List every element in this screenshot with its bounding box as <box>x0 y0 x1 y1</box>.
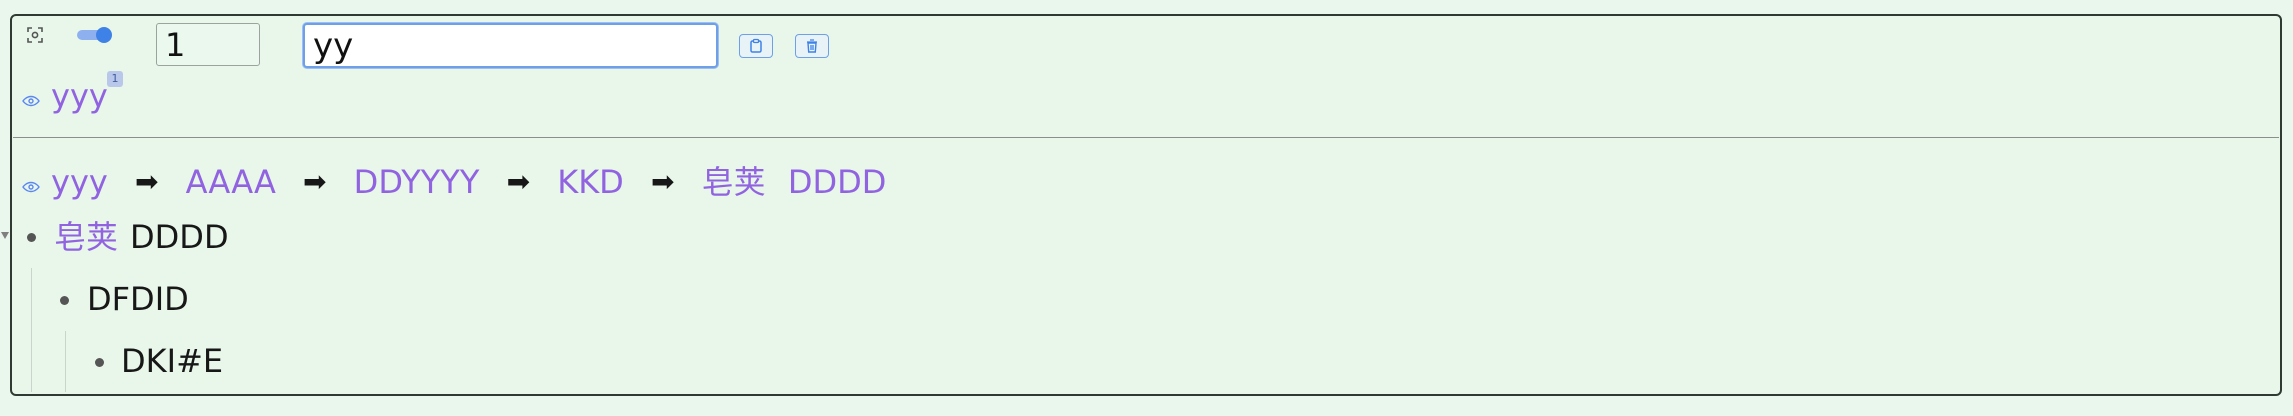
eye-icon[interactable] <box>22 92 40 107</box>
level-number-input[interactable] <box>156 23 260 66</box>
arrow-icon: ➡ <box>134 165 159 198</box>
arrow-icon: ➡ <box>650 165 675 198</box>
path-segment-chinese[interactable]: 皂荚 <box>702 166 766 198</box>
triangle-down-icon[interactable] <box>1 232 9 239</box>
arrow-icon: ➡ <box>303 165 327 198</box>
tree-root-chinese: 皂荚 <box>54 218 119 256</box>
tree-bullet <box>60 296 69 305</box>
toggle-switch[interactable] <box>75 25 113 45</box>
breadcrumb-path: yyy ➡ AAAA ➡ DDYYYY ➡ KKD ➡ 皂荚 DDDD <box>51 166 886 202</box>
tree-root-label: DDDD <box>130 218 229 256</box>
trash-icon <box>807 39 817 53</box>
path-segment[interactable]: yyy <box>51 166 108 198</box>
tree-bullet <box>95 358 104 367</box>
search-text-input[interactable] <box>303 23 718 68</box>
tree-guide-line <box>65 331 66 392</box>
path-segment[interactable]: KKD <box>557 166 624 198</box>
delete-button[interactable] <box>795 34 829 58</box>
toggle-knob <box>96 27 112 43</box>
fit-screen-icon[interactable] <box>22 22 48 48</box>
tree-root-item[interactable]: 皂荚 DDDD <box>54 221 229 253</box>
path-segment[interactable]: DDDD <box>788 166 887 198</box>
section-divider <box>13 137 2279 138</box>
copy-button[interactable] <box>739 34 773 58</box>
clipboard-icon <box>750 38 762 53</box>
outline-panel <box>10 14 2282 396</box>
top-item-label[interactable]: yyy <box>51 80 108 112</box>
path-segment[interactable]: DDYYYY <box>354 166 480 198</box>
arrow-icon: ➡ <box>506 165 531 198</box>
tree-bullet <box>27 233 36 242</box>
count-badge: 1 <box>107 71 123 87</box>
eye-icon[interactable] <box>22 178 40 193</box>
path-segment[interactable]: AAAA <box>186 166 276 198</box>
tree-guide-line <box>31 268 32 392</box>
tree-grandchild-item[interactable]: DKI#E <box>121 345 223 377</box>
tree-child-item[interactable]: DFDID <box>87 283 189 315</box>
